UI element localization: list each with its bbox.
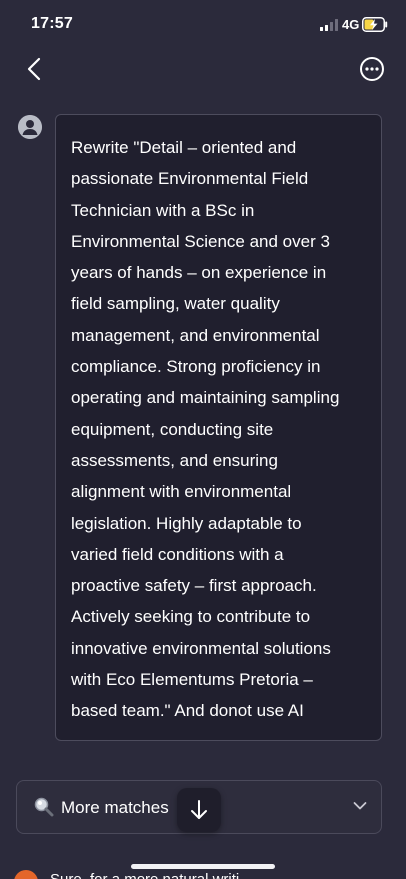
battery-charging-icon — [362, 17, 388, 32]
user-message-text: Rewrite "Detail – oriented and passionat… — [71, 138, 340, 721]
status-time: 17:57 — [31, 15, 73, 32]
chevron-down-icon — [353, 802, 367, 810]
status-bar: 17:57 4G — [0, 0, 406, 50]
home-indicator[interactable] — [131, 864, 275, 869]
assistant-message-preview: Sure, for a more natural writi... — [50, 871, 252, 879]
user-message-bubble[interactable]: Rewrite "Detail – oriented and passionat… — [55, 114, 382, 741]
network-type: 4G — [342, 17, 360, 32]
user-icon — [18, 115, 42, 139]
arrow-down-icon — [191, 800, 207, 819]
more-matches-label: More matches — [61, 798, 169, 817]
more-options-icon[interactable] — [358, 55, 386, 83]
chat-screen: 17:57 4G Rewrite "Detail – oriented and … — [0, 0, 406, 879]
back-button[interactable] — [20, 54, 50, 84]
scroll-to-bottom-button[interactable] — [177, 788, 221, 832]
signal-icon — [320, 19, 338, 31]
magnifier-icon — [34, 797, 54, 817]
user-avatar — [18, 115, 42, 139]
assistant-avatar — [14, 870, 38, 879]
